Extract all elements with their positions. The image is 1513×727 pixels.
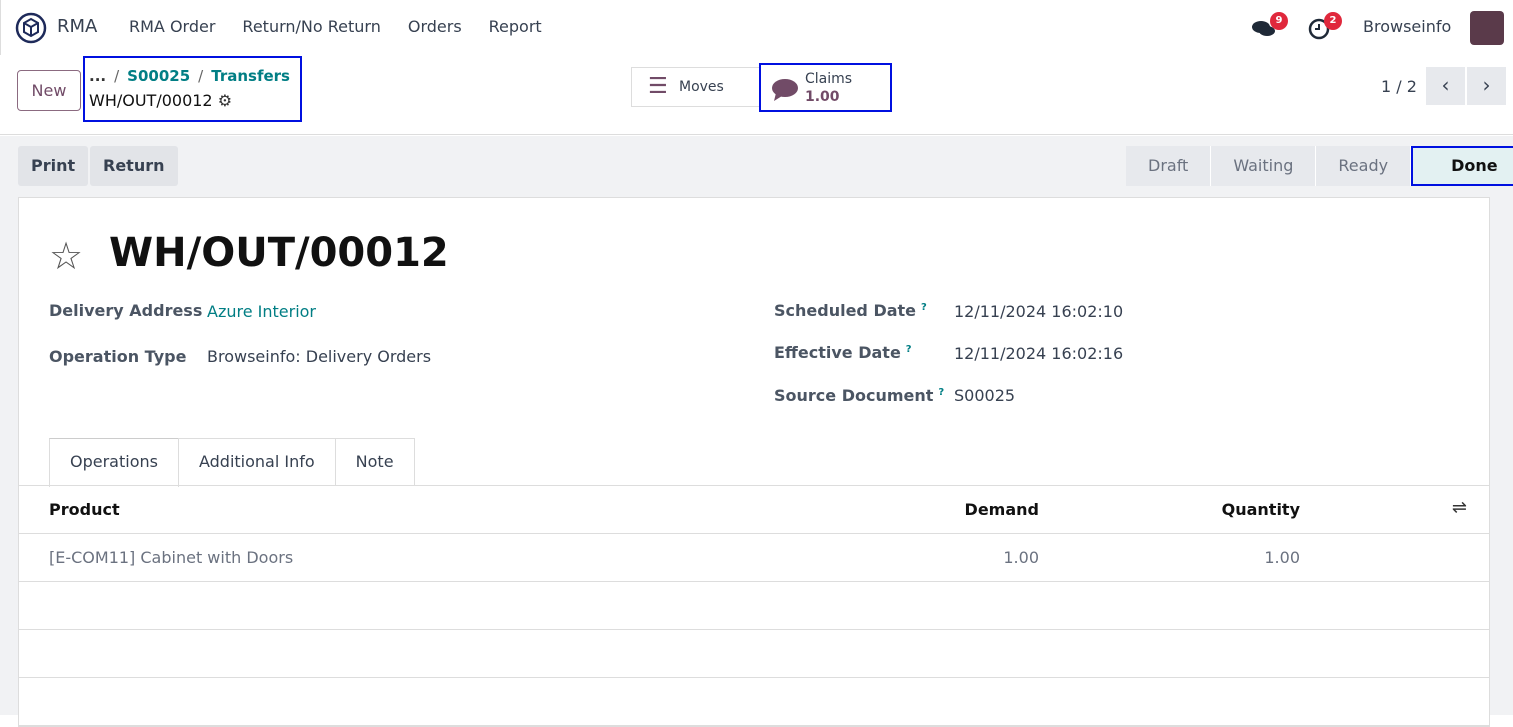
breadcrumb: ... / S00025/Transfers WH/OUT/00012 ⚙ [83,56,302,122]
messages-badge: 9 [1270,12,1288,30]
source-document-value[interactable]: S00025 [954,386,1015,405]
breadcrumb-s00025[interactable]: S00025 [127,67,190,85]
user-avatar[interactable] [1470,11,1504,45]
operation-type-value[interactable]: Browseinfo: Delivery Orders [207,347,431,366]
help-icon[interactable]: ? [906,344,912,355]
delivery-address-link[interactable]: Azure Interior [207,302,316,321]
star-icon[interactable]: ☆ [49,234,83,278]
app-name[interactable]: RMA [57,16,97,37]
claims-label: Claims [805,71,853,87]
pager-next-button[interactable]: › [1467,67,1506,105]
demand-cell: 1.00 [1003,548,1039,567]
main-menu: RMA Order Return/No Return Orders Report [129,17,542,36]
status-done[interactable]: Done [1411,146,1513,186]
product-cell: [E-COM11] Cabinet with Doors [49,548,294,567]
user-name[interactable]: Browseinfo [1363,17,1451,36]
top-navbar: RMA RMA Order Return/No Return Orders Re… [0,0,1513,55]
scheduled-date-value[interactable]: 12/11/2024 16:02:10 [954,302,1123,321]
quantity-cell: 1.00 [1264,548,1300,567]
breadcrumb-record: WH/OUT/00012 [89,91,213,110]
messages-button[interactable]: 9 [1251,10,1291,46]
tab-note[interactable]: Note [334,438,415,486]
empty-row [19,630,1489,678]
breadcrumb-transfers[interactable]: Transfers [211,67,290,85]
operation-type-label: Operation Type [49,347,187,366]
gear-icon[interactable]: ⚙ [218,91,232,110]
moves-smart-button[interactable]: ☰ Moves [631,67,760,107]
activities-badge: 2 [1324,12,1342,30]
claims-value: 1.00 [805,89,840,105]
column-demand[interactable]: Demand [965,500,1039,519]
scheduled-date-label: Scheduled Date? [774,301,927,320]
effective-date-value: 12/11/2024 16:02:16 [954,344,1124,363]
list-icon: ☰ [648,74,668,99]
empty-row [19,582,1489,630]
source-document-label: Source Document? [774,386,945,405]
moves-label: Moves [679,79,724,95]
status-bar: Draft Waiting Ready Done [1126,146,1513,186]
comment-icon [772,79,798,101]
form-sheet: ☆ WH/OUT/00012 Delivery Address Azure In… [18,197,1490,727]
effective-date-label: Effective Date? [774,343,912,362]
menu-report[interactable]: Report [489,17,542,36]
menu-return-no-return[interactable]: Return/No Return [242,17,380,36]
delivery-address-label: Delivery Address [49,301,203,320]
record-title: WH/OUT/00012 [109,230,449,276]
table-header: Product Demand Quantity ⇌ [19,486,1489,534]
new-button[interactable]: New [17,70,81,111]
column-quantity[interactable]: Quantity [1222,500,1300,519]
menu-rma-order[interactable]: RMA Order [129,17,215,36]
notebook-tabs: Operations Additional Info Note [49,438,415,487]
empty-row [19,678,1489,726]
return-button[interactable]: Return [90,146,178,186]
tab-operations[interactable]: Operations [49,438,179,487]
activities-button[interactable]: 2 [1307,10,1347,46]
status-waiting[interactable]: Waiting [1211,146,1317,186]
operations-table: Product Demand Quantity ⇌ [E-COM11] Cabi… [19,485,1489,726]
claims-smart-button[interactable]: Claims 1.00 [759,63,892,112]
pager-previous-button[interactable]: ‹ [1426,67,1465,105]
menu-orders[interactable]: Orders [408,17,462,36]
breadcrumb-ellipsis[interactable]: ... [89,67,106,85]
help-icon[interactable]: ? [938,387,944,398]
print-button[interactable]: Print [18,146,89,186]
tab-additional-info[interactable]: Additional Info [177,438,336,486]
column-product[interactable]: Product [49,500,120,519]
pager-value[interactable]: 1 / 2 [1381,77,1417,96]
status-draft[interactable]: Draft [1126,146,1212,186]
rma-logo-icon[interactable] [14,11,48,45]
help-icon[interactable]: ? [921,302,927,313]
status-ready[interactable]: Ready [1316,146,1412,186]
table-row[interactable]: [E-COM11] Cabinet with Doors 1.00 1.00 [19,534,1489,582]
optional-columns-icon[interactable]: ⇌ [1452,497,1467,518]
